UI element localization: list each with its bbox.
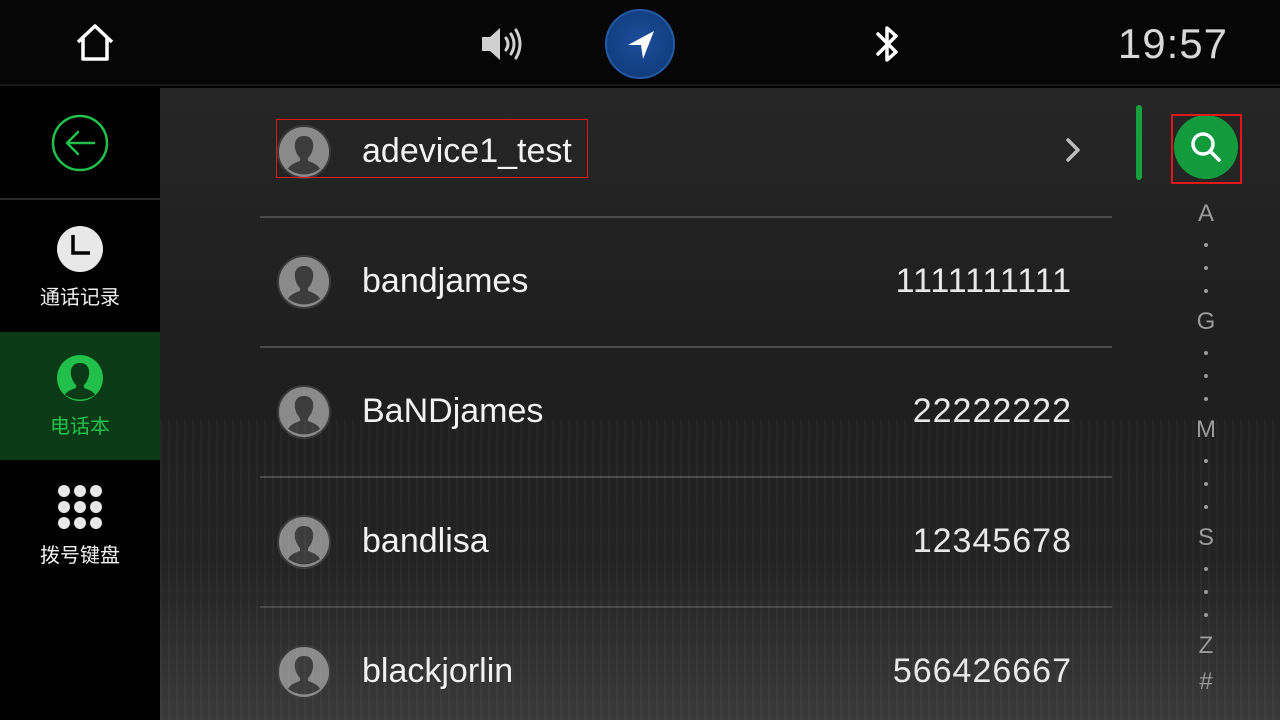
contact-number: 22222222 xyxy=(912,392,1072,430)
status-bar: 19:57 xyxy=(0,0,1280,86)
back-arrow-icon xyxy=(51,114,109,172)
contact-row[interactable]: bandlisa 12345678 xyxy=(260,478,1112,608)
scroll-indicator[interactable] xyxy=(1136,105,1142,180)
contact-row[interactable]: BaNDjames 22222222 xyxy=(260,348,1112,478)
contact-row[interactable]: bandjames 1111111111 xyxy=(260,218,1112,348)
index-letter[interactable]: S xyxy=(1186,524,1226,552)
index-letter[interactable]: G xyxy=(1186,308,1226,336)
contact-name: BaNDjames xyxy=(362,392,544,430)
index-dot xyxy=(1204,613,1208,617)
index-dot xyxy=(1204,351,1208,355)
sidebar-item-contacts[interactable]: 电话本 xyxy=(0,332,160,460)
contact-name: bandjames xyxy=(362,262,529,300)
navigation-icon xyxy=(628,31,654,59)
sidebar: 通话记录 电话本 拨号键盘 xyxy=(0,88,160,720)
sidebar-item-call-log[interactable]: 通话记录 xyxy=(0,202,160,332)
avatar-icon xyxy=(277,515,331,569)
back-button[interactable] xyxy=(0,88,160,200)
sidebar-item-dialpad[interactable]: 拨号键盘 xyxy=(0,460,160,590)
avatar-icon xyxy=(277,385,331,439)
index-dot xyxy=(1204,266,1208,270)
contact-number: 566426667 xyxy=(892,652,1072,690)
contact-row[interactable]: adevice1_test xyxy=(260,88,1112,218)
index-dot xyxy=(1204,397,1208,401)
dialpad-icon xyxy=(58,484,102,529)
index-dot xyxy=(1204,289,1208,293)
index-dot xyxy=(1204,459,1208,463)
highlight-box xyxy=(276,119,588,178)
sidebar-item-label: 拨号键盘 xyxy=(40,544,120,567)
index-dot xyxy=(1204,590,1208,594)
index-letter[interactable]: A xyxy=(1186,200,1226,228)
index-letter[interactable]: # xyxy=(1186,668,1226,696)
bluetooth-button[interactable] xyxy=(868,20,908,68)
home-button[interactable] xyxy=(70,18,120,68)
home-icon xyxy=(76,24,114,61)
sidebar-item-label: 电话本 xyxy=(50,415,110,438)
index-letter[interactable]: M xyxy=(1186,416,1226,444)
navigation-button[interactable] xyxy=(605,9,675,79)
volume-icon xyxy=(482,28,522,60)
clock: 19:57 xyxy=(1117,20,1228,67)
contact-icon xyxy=(57,354,103,401)
index-dot xyxy=(1204,505,1208,509)
contact-name: bandlisa xyxy=(362,522,489,560)
avatar-icon xyxy=(277,255,331,309)
contact-row[interactable]: blackjorlin 566426667 xyxy=(260,608,1112,720)
highlight-box xyxy=(1171,114,1242,184)
index-dot xyxy=(1204,482,1208,486)
index-dot xyxy=(1204,567,1208,571)
volume-button[interactable] xyxy=(478,22,528,66)
contact-number: 1111111111 xyxy=(895,262,1072,300)
sidebar-item-label: 通话记录 xyxy=(40,286,120,309)
contact-list-panel: adevice1_test bandjames 1111111111 BaNDj… xyxy=(160,88,1280,720)
clock-icon xyxy=(57,225,103,272)
chevron-right-icon[interactable] xyxy=(1064,134,1084,166)
contact-name: blackjorlin xyxy=(362,652,514,690)
avatar-icon xyxy=(277,645,331,699)
bluetooth-icon xyxy=(876,26,898,62)
index-dot xyxy=(1204,374,1208,378)
index-dot xyxy=(1204,243,1208,247)
index-letter[interactable]: Z xyxy=(1186,632,1226,660)
contact-number: 12345678 xyxy=(912,522,1072,560)
